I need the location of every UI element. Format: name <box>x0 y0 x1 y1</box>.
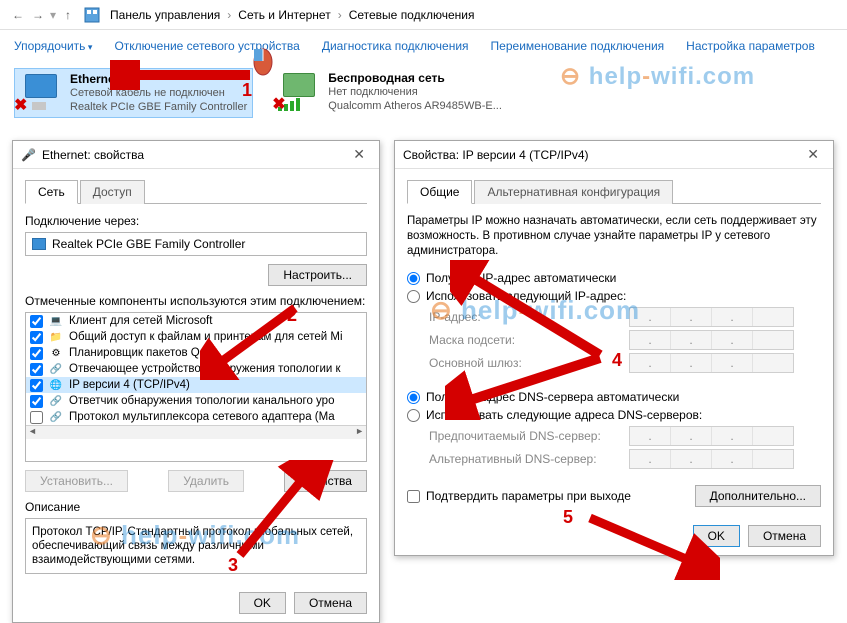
configure-button[interactable]: Настроить... <box>268 264 367 286</box>
client-icon: 💻 <box>49 314 63 328</box>
list-item: 🔗Отвечающее устройство обнаружения топол… <box>26 361 366 377</box>
annotation-4: 4 <box>612 350 622 371</box>
conn-name: Беспроводная сеть <box>328 71 444 85</box>
arrow-5 <box>580 510 720 580</box>
dns-pref-input: ... <box>629 426 794 446</box>
mic-icon: 🎤 <box>21 148 36 162</box>
adapter-box: Realtek PCIe GBE Family Controller <box>25 232 367 256</box>
toolbar: Упорядочить Отключение сетевого устройст… <box>0 30 847 62</box>
ip-manual-radio[interactable] <box>407 290 420 303</box>
dns-manual-radio[interactable] <box>407 409 420 422</box>
share-icon: 📁 <box>49 330 63 344</box>
responder-icon: 🔗 <box>49 394 63 408</box>
lltd-icon: 🔗 <box>49 362 63 376</box>
ipv4-icon: 🌐 <box>49 378 63 392</box>
list-item: 💻Клиент для сетей Microsoft <box>26 313 366 329</box>
annotation-5: 5 <box>563 507 573 528</box>
adapter-icon <box>32 238 46 250</box>
components-list[interactable]: 💻Клиент для сетей Microsoft 📁Общий досту… <box>25 312 367 462</box>
crumb-control-panel[interactable]: Панель управления <box>106 6 224 24</box>
list-item: 📁Общий доступ к файлам и принтерам для с… <box>26 329 366 345</box>
close-icon[interactable]: ✕ <box>801 146 825 163</box>
annotation-2: 2 <box>287 305 297 326</box>
nav-back[interactable]: ← <box>8 5 28 25</box>
breadcrumb-bar: ← → ▾ ↑ Панель управления › Сеть и Интер… <box>0 0 847 30</box>
cancel-button[interactable]: Отмена <box>748 525 821 547</box>
list-item-ipv4: 🌐IP версии 4 (TCP/IPv4) <box>26 377 366 393</box>
scrollbar-horizontal[interactable]: ◄► <box>26 425 366 439</box>
connect-via-label: Подключение через: <box>25 214 367 228</box>
nav-up[interactable]: ↑ <box>58 5 78 25</box>
ok-button[interactable]: OK <box>239 592 286 614</box>
list-item: 🔗Протокол мультиплексора сетевого адапте… <box>26 409 366 425</box>
list-item: ⚙Планировщик пакетов QoS <box>26 345 366 361</box>
conn-status: Нет подключения <box>328 85 502 99</box>
crumb-network-internet[interactable]: Сеть и Интернет <box>234 6 334 24</box>
nav-fwd[interactable]: → <box>28 5 48 25</box>
settings-link[interactable]: Настройка параметров <box>686 39 815 53</box>
confirm-on-exit-checkbox[interactable] <box>407 490 420 503</box>
tab-network[interactable]: Сеть <box>25 180 78 204</box>
arrow-4b <box>445 350 620 420</box>
cancel-button[interactable]: Отмена <box>294 592 367 614</box>
diagnose-link[interactable]: Диагностика подключения <box>322 39 469 53</box>
qos-icon: ⚙ <box>49 346 63 360</box>
advanced-button[interactable]: Дополнительно... <box>695 485 821 507</box>
ethernet-icon: ✖ <box>20 72 62 112</box>
organize-menu[interactable]: Упорядочить <box>14 39 92 53</box>
annotation-3: 3 <box>228 555 238 576</box>
annotation-1: 1 <box>242 80 252 101</box>
components-label: Отмеченные компоненты используются этим … <box>25 294 367 308</box>
ip-address-input: ... <box>629 307 794 327</box>
wifi-icon: ✖ <box>278 71 320 111</box>
conn-adapter: Realtek PCIe GBE Family Controller <box>70 100 247 114</box>
rename-link[interactable]: Переименование подключения <box>491 39 665 53</box>
tabs: Общие Альтернативная конфигурация <box>407 179 821 204</box>
dns-auto-radio[interactable] <box>407 391 420 404</box>
control-panel-icon <box>84 7 100 23</box>
mux-icon: 🔗 <box>49 410 63 424</box>
install-button[interactable]: Установить... <box>25 470 128 492</box>
subnet-mask-input: ... <box>629 330 794 350</box>
arrow-3 <box>225 460 335 560</box>
tab-general[interactable]: Общие <box>407 180 472 204</box>
adapter-name: Realtek PCIe GBE Family Controller <box>52 237 245 251</box>
gateway-input: ... <box>629 353 794 373</box>
intro-text: Параметры IP можно назначать автоматичес… <box>407 214 821 259</box>
close-icon[interactable]: ✕ <box>347 146 371 163</box>
connection-wifi[interactable]: ✖ Беспроводная сеть Нет подключения Qual… <box>273 68 507 118</box>
arrow-1 <box>110 60 260 90</box>
dialog-title: Ethernet: свойства <box>42 148 144 162</box>
tabs: Сеть Доступ <box>25 179 367 204</box>
conn-adapter: Qualcomm Atheros AR9485WB-E... <box>328 99 502 113</box>
tab-access[interactable]: Доступ <box>80 180 145 204</box>
crumb-network-connections[interactable]: Сетевые подключения <box>345 6 479 24</box>
dns-alt-input: ... <box>629 449 794 469</box>
tab-alt-config[interactable]: Альтернативная конфигурация <box>474 180 673 204</box>
dialog-title: Свойства: IP версии 4 (TCP/IPv4) <box>403 148 589 162</box>
list-item: 🔗Ответчик обнаружения топологии канально… <box>26 393 366 409</box>
ip-auto-radio[interactable] <box>407 272 420 285</box>
